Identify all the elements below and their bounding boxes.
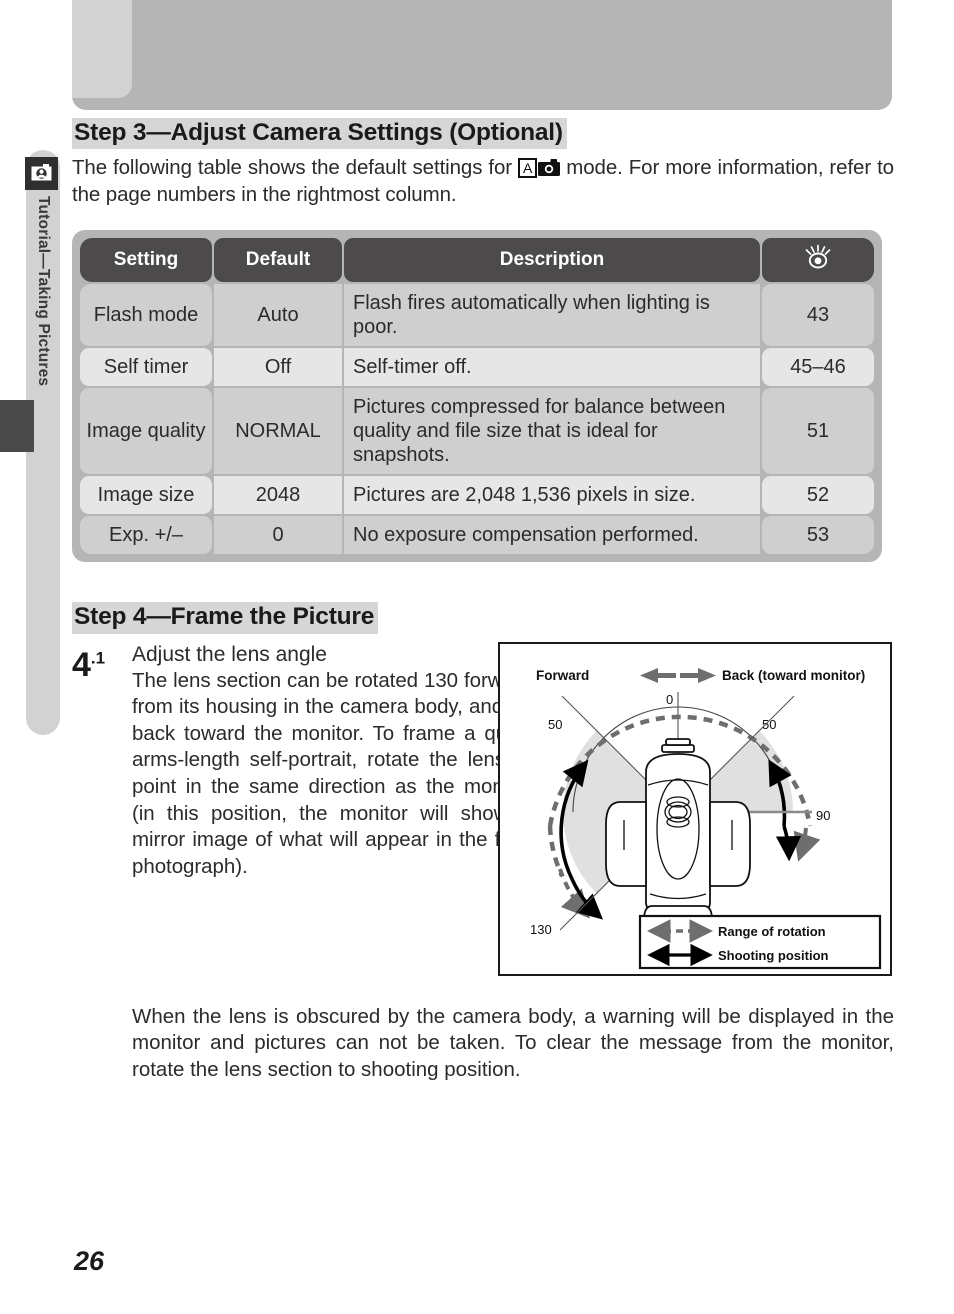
- svg-text:Back (toward monitor): Back (toward monitor): [722, 668, 865, 683]
- settings-table-container: Setting Default Description Flash mode A…: [72, 230, 882, 563]
- cell-page: 51: [762, 388, 874, 475]
- page-content: Step 3—Adjust Camera Settings (Optional)…: [72, 118, 894, 1084]
- cell-setting: Flash mode: [80, 284, 212, 347]
- top-header-band: [72, 0, 892, 110]
- svg-text:0: 0: [666, 692, 673, 707]
- sidebar-chapter-label: Tutorial—Taking Pictures: [26, 196, 60, 526]
- cell-default: 0: [214, 516, 342, 555]
- cell-description: Pictures compressed for balance between …: [344, 388, 760, 475]
- cell-description: Pictures are 2,048 1,536 pixels in size.: [344, 476, 760, 515]
- column-header-default: Default: [214, 238, 342, 283]
- section3-heading-wrap: Step 3—Adjust Camera Settings (Optional): [72, 118, 894, 151]
- top-header-band-corner: [72, 0, 132, 98]
- settings-table: Setting Default Description Flash mode A…: [78, 236, 876, 556]
- cell-default: Off: [214, 348, 342, 387]
- table-header-row: Setting Default Description: [80, 238, 874, 283]
- step-number-sub: .1: [90, 648, 106, 668]
- lens-rotation-diagram: Forward Back (toward monitor) 0 50 50 90…: [498, 641, 892, 976]
- document-page: Tutorial—Taking Pictures Step 3—Adjust C…: [0, 0, 954, 1314]
- cell-setting: Image size: [80, 476, 212, 515]
- table-row: Image size 2048 Pictures are 2,048 1,536…: [80, 476, 874, 515]
- svg-text:130: 130: [530, 922, 552, 937]
- section3-intro-before: The following table shows the default se…: [72, 156, 519, 180]
- cell-setting: Self timer: [80, 348, 212, 387]
- table-row: Exp. +/– 0 No exposure compensation perf…: [80, 516, 874, 555]
- table-row: Image quality NORMAL Pictures compressed…: [80, 388, 874, 475]
- edge-chapter-tab: [0, 400, 34, 452]
- table-row: Self timer Off Self-timer off. 45–46: [80, 348, 874, 387]
- table-row: Flash mode Auto Flash fires automaticall…: [80, 284, 874, 347]
- cell-page: 52: [762, 476, 874, 515]
- step-4-1-row: 4.1 Adjust the lens angle The lens secti…: [72, 641, 894, 982]
- svg-text:90: 90: [816, 808, 830, 823]
- svg-text:Shooting position: Shooting position: [718, 948, 829, 963]
- section4-heading: Step 4—Frame the Picture: [72, 602, 379, 634]
- cell-setting: Exp. +/–: [80, 516, 212, 555]
- eye-reference-icon: [803, 244, 833, 276]
- svg-text:Range of rotation: Range of rotation: [718, 924, 826, 939]
- column-header-page-reference: [762, 238, 874, 283]
- column-header-description: Description: [344, 238, 760, 283]
- cell-description: Self-timer off.: [344, 348, 760, 387]
- auto-mode-letter-icon: A: [518, 158, 538, 179]
- svg-text:50: 50: [762, 717, 776, 732]
- svg-text:Forward: Forward: [536, 668, 589, 683]
- closing-paragraph: When the lens is obscured by the camera …: [132, 1004, 894, 1081]
- cell-default: 2048: [214, 476, 342, 515]
- cell-description: No exposure compensation performed.: [344, 516, 760, 555]
- cell-default: Auto: [214, 284, 342, 347]
- section3-heading: Step 3—Adjust Camera Settings (Optional): [72, 118, 567, 150]
- column-header-setting: Setting: [80, 238, 212, 283]
- step-title: Adjust the lens angle: [132, 642, 327, 666]
- cell-description: Flash fires automatically when lighting …: [344, 284, 760, 347]
- settings-table-body: Flash mode Auto Flash fires automaticall…: [80, 284, 874, 555]
- cell-page: 45–46: [762, 348, 874, 387]
- cell-setting: Image quality: [80, 388, 212, 475]
- step-number-main: 4: [72, 645, 91, 684]
- step-number: 4.1: [72, 648, 105, 682]
- camera-icon: [25, 157, 58, 190]
- section4-heading-wrap: Step 4—Frame the Picture: [72, 602, 894, 635]
- section3-intro: The following table shows the default se…: [72, 155, 894, 208]
- cell-default: NORMAL: [214, 388, 342, 475]
- page-number: 26: [74, 1246, 105, 1276]
- svg-text:50: 50: [548, 717, 562, 732]
- sidebar-chapter-label-text: Tutorial—Taking Pictures: [35, 196, 52, 387]
- step-text: The lens section can be rotated 130 forw…: [132, 668, 532, 878]
- camera-icon: [538, 157, 561, 177]
- step-body: Adjust the lens angle The lens section c…: [132, 642, 532, 881]
- cell-page: 43: [762, 284, 874, 347]
- cell-page: 53: [762, 516, 874, 555]
